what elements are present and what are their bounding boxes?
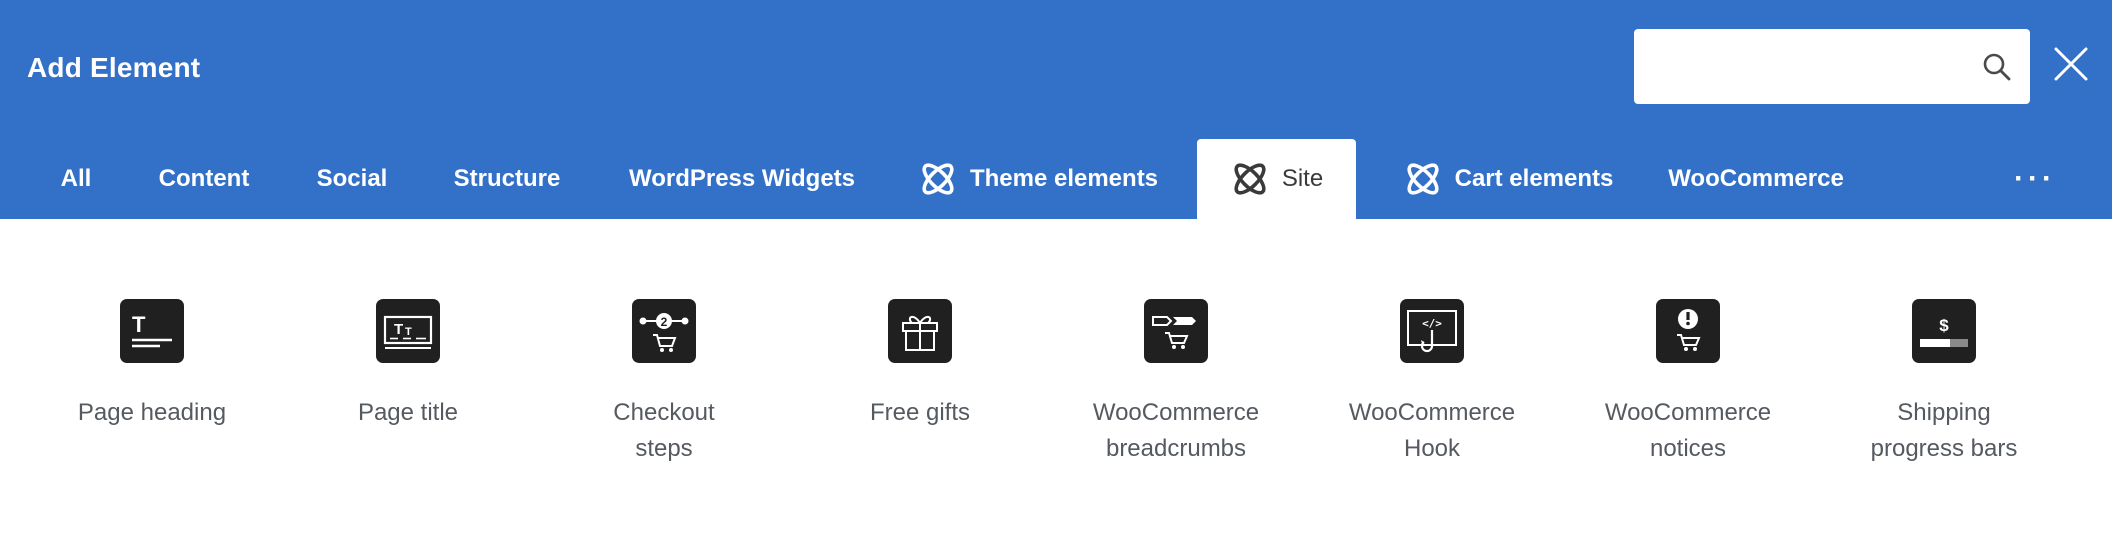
tab-label: Content [158, 165, 250, 192]
tab-label: All [60, 165, 92, 192]
element-label: WooCommerce breadcrumbs [1092, 399, 1260, 462]
hook-icon: </> [1400, 299, 1464, 363]
element-label: Shipping progress bars [1870, 399, 2018, 462]
tab-label: Structure [453, 165, 561, 192]
element-card-free-gifts[interactable]: Free gifts [792, 299, 1048, 431]
element-label: Page title [357, 399, 459, 426]
category-tabs: All Content Social Structure WordPress W… [0, 139, 2112, 219]
shipping-progress-icon: $ [1912, 299, 1976, 363]
modal-title: Add Element [27, 52, 201, 83]
more-tabs-button[interactable]: ··· [2010, 139, 2060, 219]
element-grid: T Page heading T T Page title 2 Checkout… [0, 219, 2112, 552]
tab-cart-elements[interactable]: Cart elements [1380, 139, 1636, 219]
element-card-checkout-steps[interactable]: 2 Checkout steps [536, 299, 792, 467]
element-label: Free gifts [869, 399, 971, 426]
page-title-icon: T T [376, 299, 440, 363]
tab-label: Site [1281, 165, 1324, 192]
tab-label: Social [316, 165, 388, 192]
tab-social[interactable]: Social [297, 139, 407, 219]
checkout-steps-icon: 2 [632, 299, 696, 363]
tab-woocommerce[interactable]: WooCommerce [1659, 139, 1853, 219]
gift-icon [888, 299, 952, 363]
element-card-woocommerce-notices[interactable]: WooCommerce notices [1560, 299, 1816, 467]
tab-label: Theme elements [969, 165, 1159, 192]
close-icon[interactable] [2052, 45, 2090, 83]
tab-label: WooCommerce [1668, 165, 1844, 192]
tab-theme-elements[interactable]: Theme elements [902, 139, 1174, 219]
svg-text:T: T [132, 312, 146, 337]
element-card-woocommerce-hook[interactable]: </> WooCommerce Hook [1304, 299, 1560, 467]
svg-text:2: 2 [661, 315, 668, 329]
svg-text:</>: </> [1422, 317, 1442, 330]
svg-text:T: T [405, 326, 412, 338]
tab-all[interactable]: All [41, 139, 111, 219]
tab-wordpress-widgets[interactable]: WordPress Widgets [607, 139, 877, 219]
notice-cart-icon [1656, 299, 1720, 363]
tab-structure[interactable]: Structure [432, 139, 582, 219]
element-card-shipping-progress-bars[interactable]: $ Shipping progress bars [1816, 299, 2072, 467]
element-label: WooCommerce Hook [1348, 399, 1516, 462]
element-card-page-title[interactable]: T T Page title [280, 299, 536, 431]
search-icon[interactable] [1981, 51, 2013, 83]
tab-site[interactable]: Site [1197, 139, 1356, 219]
atom-icon [1234, 163, 1266, 195]
element-card-woocommerce-breadcrumbs[interactable]: WooCommerce breadcrumbs [1048, 299, 1304, 467]
element-label: WooCommerce notices [1604, 399, 1772, 462]
search-input[interactable] [1650, 43, 1974, 91]
atom-icon [1407, 163, 1439, 195]
search-box[interactable] [1634, 29, 2030, 104]
atom-icon [922, 163, 954, 195]
tab-label: WordPress Widgets [628, 165, 856, 192]
tab-label: Cart elements [1454, 165, 1614, 192]
element-card-page-heading[interactable]: T Page heading [24, 299, 280, 431]
page-heading-icon: T [120, 299, 184, 363]
element-label: Checkout steps [613, 399, 715, 462]
tab-content[interactable]: Content [136, 139, 272, 219]
breadcrumbs-cart-icon [1144, 299, 1208, 363]
svg-text:$: $ [1939, 316, 1949, 335]
element-label: Page heading [77, 399, 227, 426]
svg-text:T: T [394, 321, 403, 338]
modal-header: Add Element All Content Social Structure… [0, 0, 2112, 219]
